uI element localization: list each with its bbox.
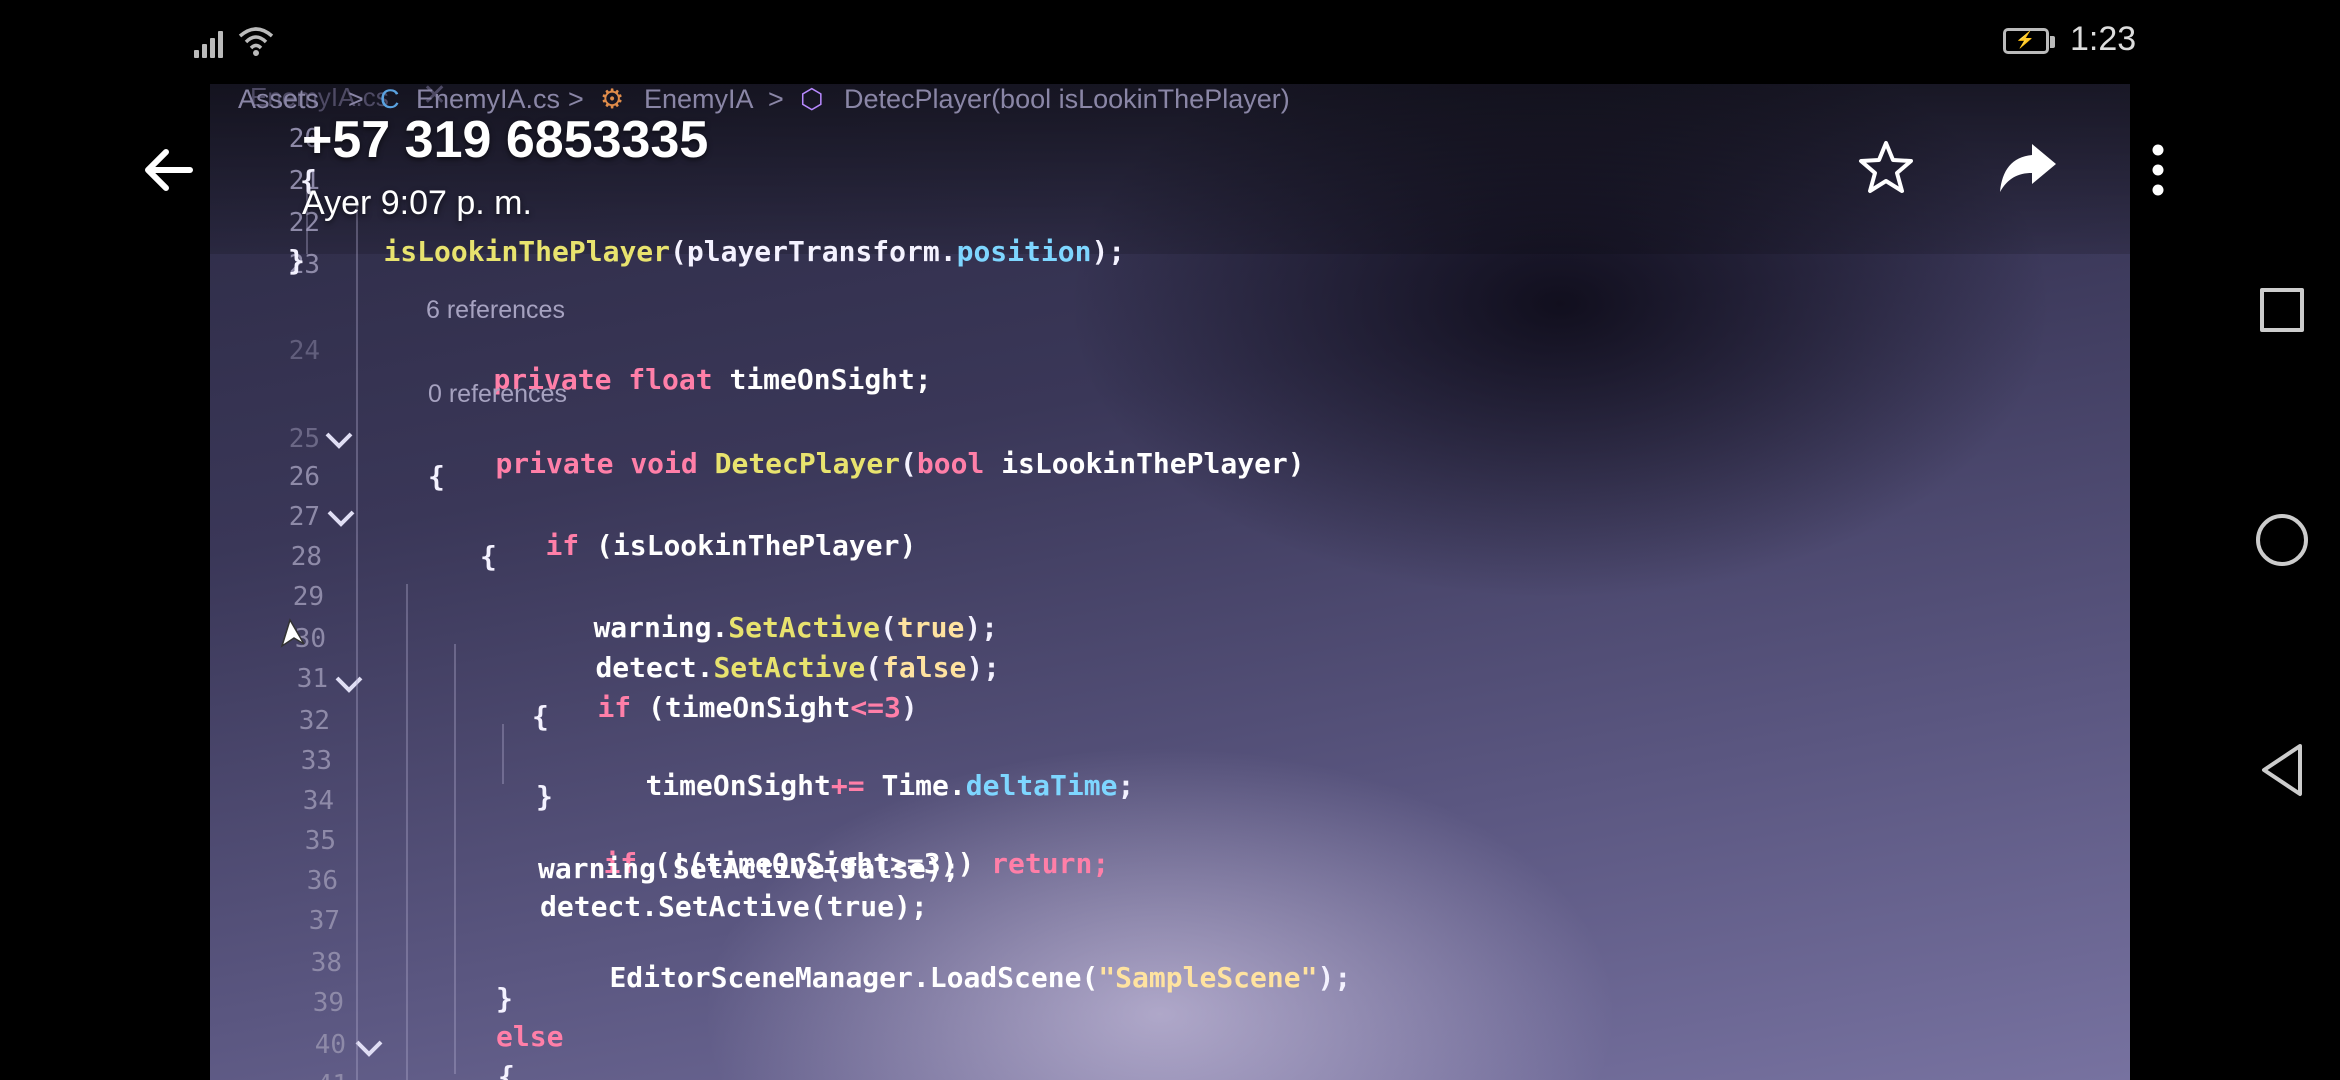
code-line-41: { (498, 1060, 515, 1080)
code-line-23: } (288, 244, 305, 277)
line-number: 31 (296, 664, 328, 694)
line-number: 25 (288, 424, 320, 454)
contact-name: +57 319 6853335 (302, 111, 709, 169)
status-bar: ⚡ 1:23 (0, 0, 2340, 84)
photo-viewer[interactable]: EnemyIA.cs ✕ Assets > C EnemyIA.cs > ⚙ E… (210, 84, 2130, 1080)
fold-chevron-icon[interactable] (334, 674, 364, 694)
line-number: 35 (304, 826, 336, 856)
line-number: 26 (288, 462, 320, 492)
nav-back-button[interactable] (2258, 742, 2306, 798)
fold-chevron-icon[interactable] (354, 1038, 384, 1058)
battery-icon: ⚡ (2003, 28, 2057, 56)
line-number: 24 (288, 336, 320, 366)
recent-apps-button[interactable] (2260, 288, 2304, 332)
breadcrumb-separator: > (768, 84, 784, 114)
line-number: 27 (288, 502, 320, 532)
line-number: 41 (238, 1070, 348, 1080)
line-number: 34 (302, 786, 334, 816)
code-line-38: EditorSceneManager.LoadScene("SampleScen… (609, 961, 1352, 994)
line-number: 28 (290, 542, 322, 572)
code-line-36: warning.SetActive(false); (538, 852, 960, 885)
codelens-references[interactable]: 6 references (426, 296, 565, 325)
code-line-34: } (536, 780, 553, 813)
fold-chevron-icon[interactable] (326, 508, 356, 528)
message-timestamp: Ayer 9:07 p. m. (302, 184, 532, 222)
line-number: 36 (306, 866, 338, 896)
code-line-37: detect.SetActive(true); (540, 890, 928, 923)
share-forward-icon[interactable] (1996, 140, 2060, 200)
line-number: 40 (314, 1030, 346, 1060)
breadcrumb-method: DetecPlayer(bool isLookinThePlayer) (844, 84, 1290, 114)
signal-icon (194, 28, 228, 58)
code-line-39: } (496, 982, 513, 1015)
mouse-cursor-icon (280, 618, 305, 648)
line-number: 29 (292, 582, 324, 612)
method-icon: ⬡ (800, 84, 824, 114)
line-number: 33 (300, 746, 332, 776)
code-line-28: { (480, 540, 497, 573)
line-number: 38 (310, 948, 342, 978)
star-icon[interactable] (1856, 138, 1916, 198)
back-arrow-icon[interactable] (138, 140, 198, 200)
code-line-40: else (496, 1020, 564, 1053)
line-number: 39 (312, 988, 344, 1018)
code-line-26: { (428, 460, 445, 493)
fold-chevron-icon[interactable] (324, 430, 354, 450)
code-line-32: { (532, 700, 549, 733)
wifi-icon (238, 27, 274, 56)
line-number: 32 (298, 706, 330, 736)
line-number: 37 (308, 906, 340, 936)
codelens-references[interactable]: 0 references (428, 380, 567, 409)
line-number: 30 (294, 624, 326, 654)
more-options-icon[interactable] (2140, 140, 2176, 200)
home-button[interactable] (2256, 514, 2308, 566)
status-time: 1:23 (2070, 20, 2137, 58)
